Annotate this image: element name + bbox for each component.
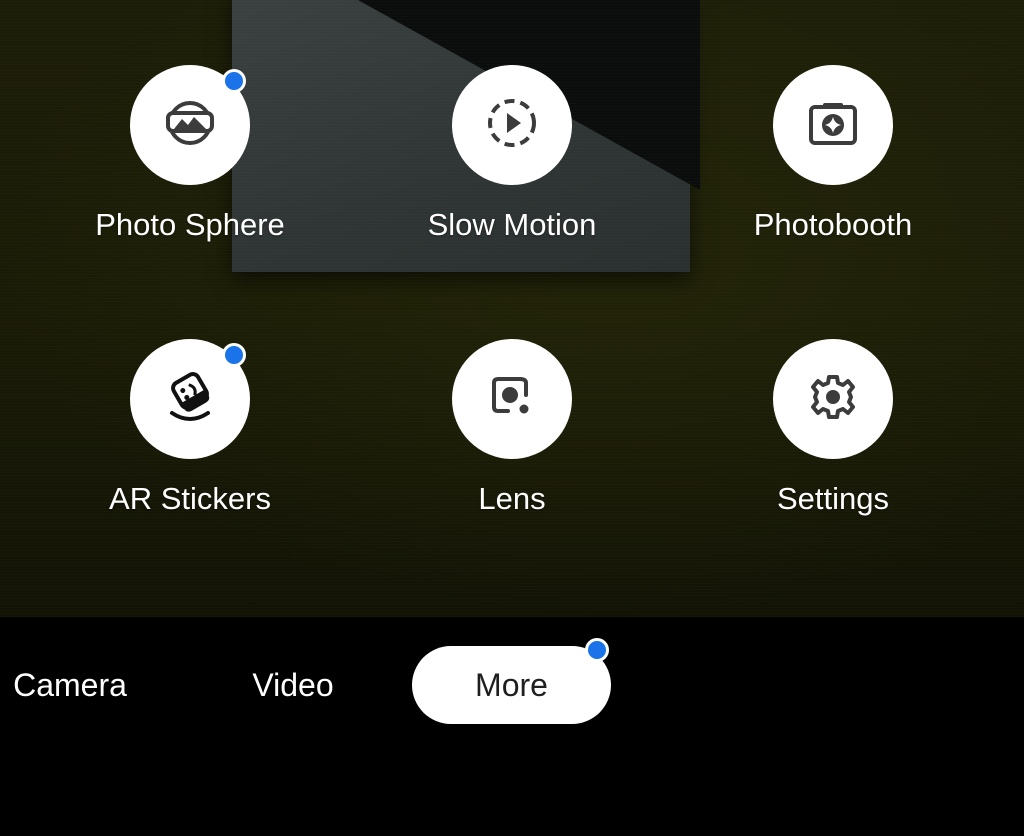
ar-stickers-icon xyxy=(160,367,220,432)
new-badge-dot xyxy=(222,69,246,93)
photo-sphere-icon xyxy=(160,93,220,158)
mode-label: Photo Sphere xyxy=(95,207,285,242)
mode-photobooth-button[interactable] xyxy=(773,65,893,185)
mode-photo-sphere[interactable]: Photo Sphere xyxy=(40,65,340,243)
mode-slow-motion-button[interactable] xyxy=(452,65,572,185)
lens-icon xyxy=(482,367,542,432)
slow-motion-icon xyxy=(482,93,542,158)
tab-label: More xyxy=(475,666,548,703)
mode-lens[interactable]: Lens xyxy=(362,339,662,517)
tab-label: Video xyxy=(252,666,334,703)
mode-settings-button[interactable] xyxy=(773,339,893,459)
more-modes-grid: Photo Sphere Slow Motion Photobooth AR S… xyxy=(0,0,1024,617)
mode-photo-sphere-button[interactable] xyxy=(130,65,250,185)
mode-label: AR Stickers xyxy=(109,481,271,516)
mode-label: Settings xyxy=(776,481,889,516)
mode-ar-stickers[interactable]: AR Stickers xyxy=(40,339,340,517)
new-badge-dot xyxy=(585,638,609,662)
mode-settings[interactable]: Settings xyxy=(683,339,983,517)
mode-label: Slow Motion xyxy=(427,207,597,242)
tab-more[interactable]: More xyxy=(412,638,611,724)
tab-label: Camera xyxy=(13,666,127,703)
mode-photobooth[interactable]: Photobooth xyxy=(683,65,983,243)
tab-video[interactable]: Video xyxy=(226,646,360,724)
mode-slow-motion[interactable]: Slow Motion xyxy=(362,65,662,243)
mode-label: Photobooth xyxy=(753,207,913,242)
settings-icon xyxy=(803,367,863,432)
new-badge-dot xyxy=(222,343,246,367)
mode-label: Lens xyxy=(478,481,546,516)
mode-lens-button[interactable] xyxy=(452,339,572,459)
tab-camera[interactable]: Camera xyxy=(0,646,140,724)
photobooth-icon xyxy=(803,93,863,158)
mode-ar-stickers-button[interactable] xyxy=(130,339,250,459)
